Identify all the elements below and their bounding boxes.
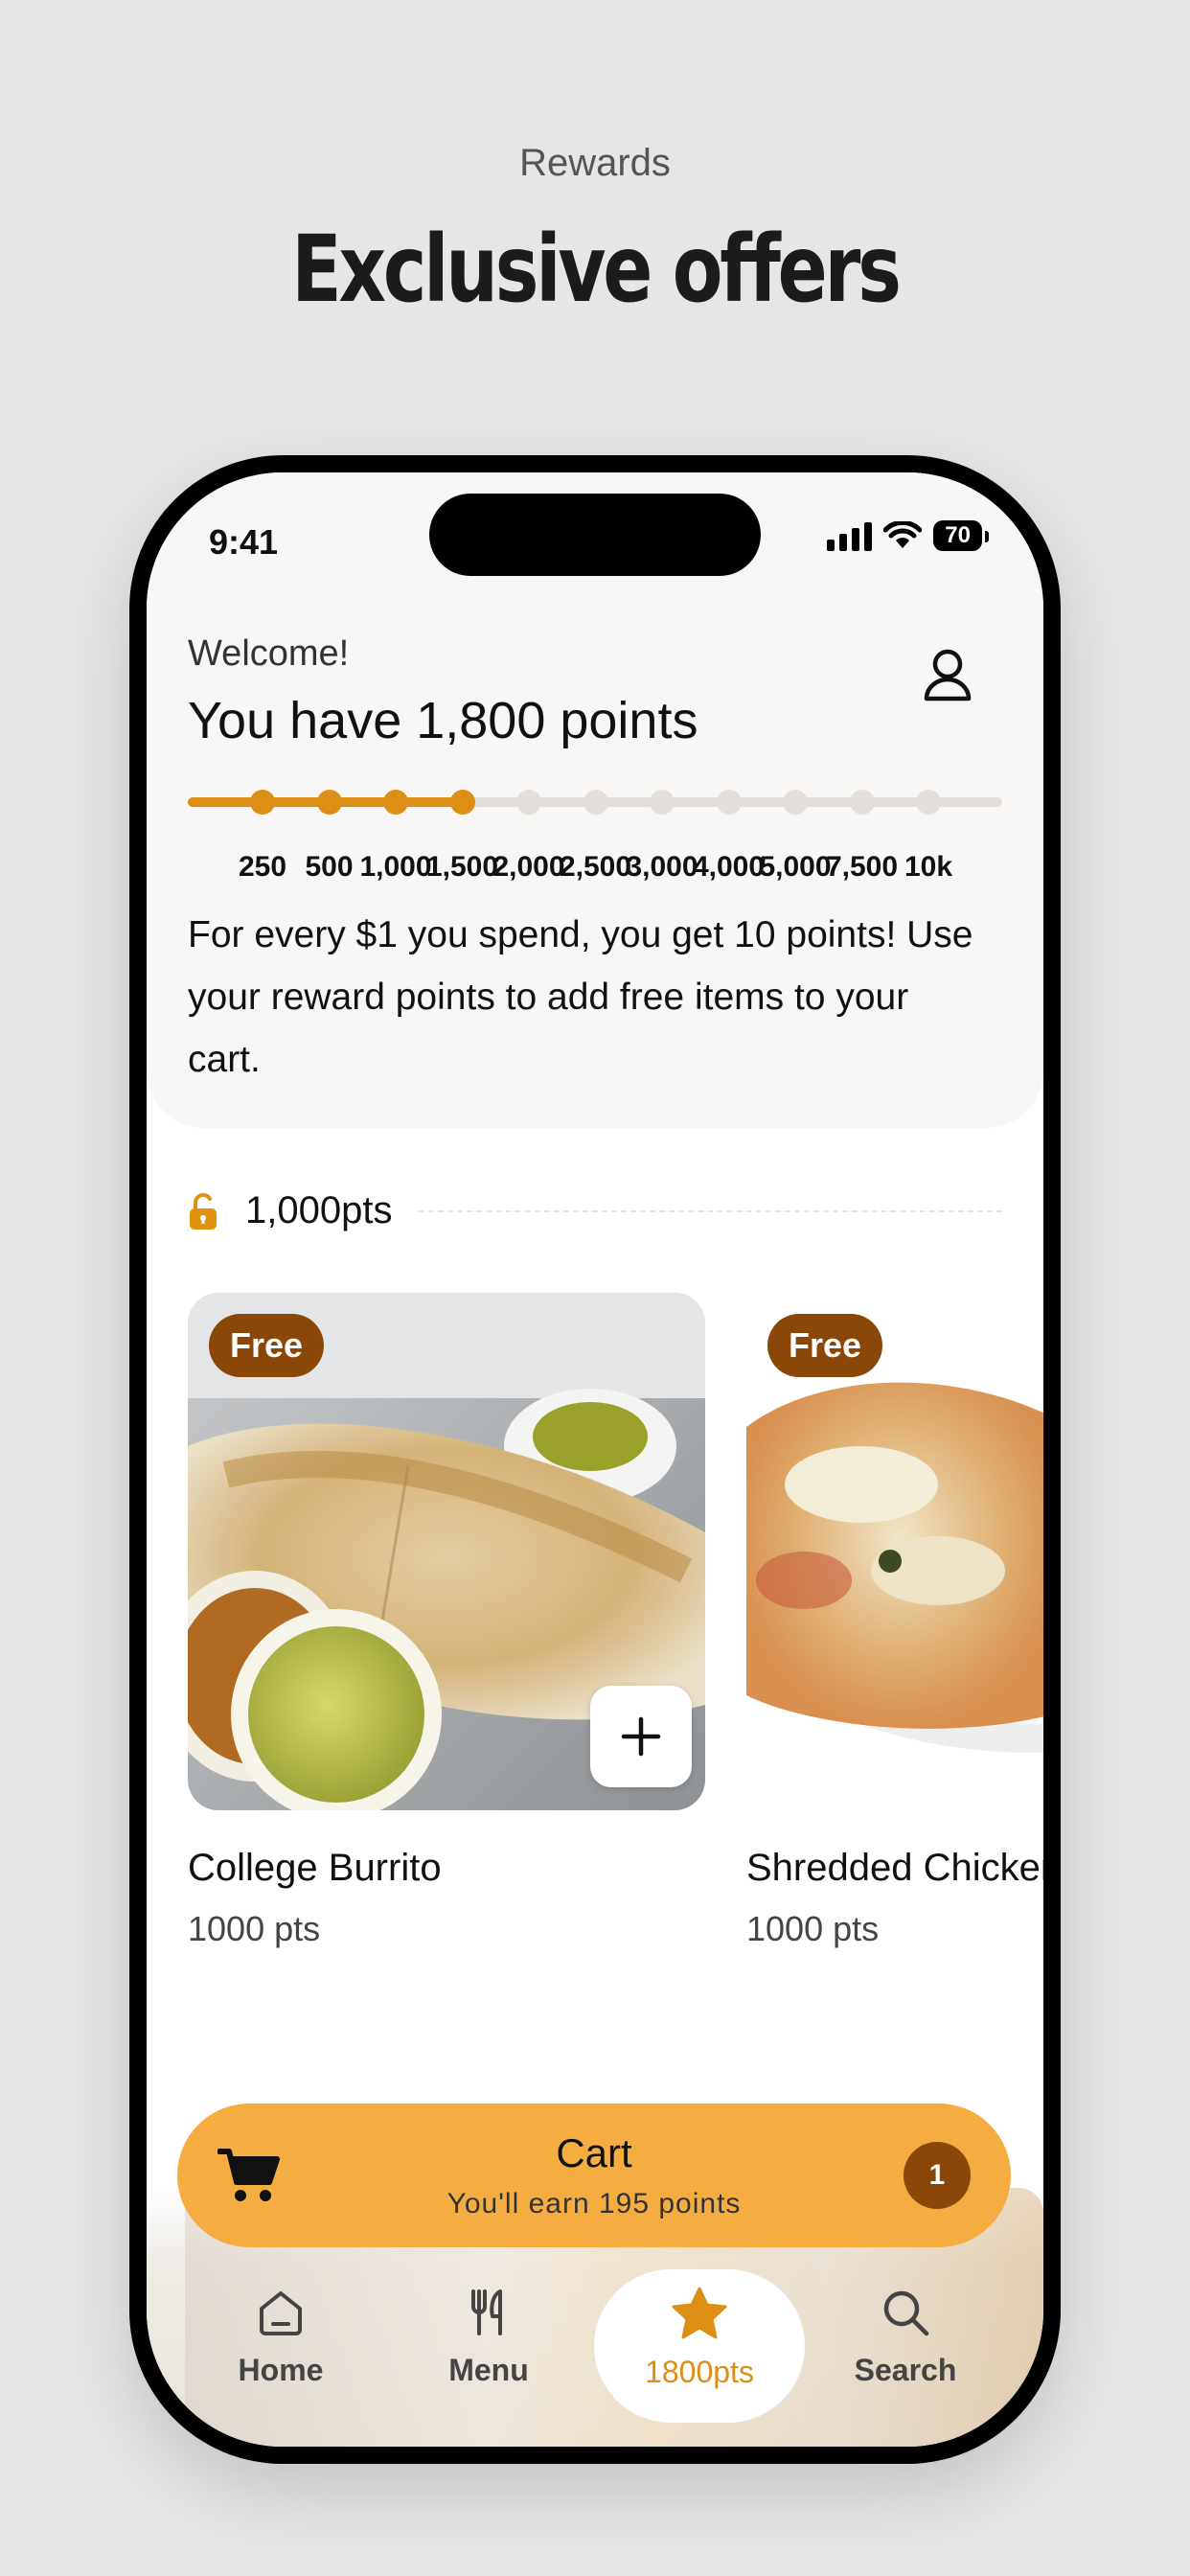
- tier-divider: 1,000pts: [188, 1189, 1002, 1232]
- milestone-label: 500: [305, 851, 354, 883]
- milestone-label: 1,000: [359, 851, 432, 883]
- search-icon: [883, 2290, 929, 2336]
- tab-menu-label: Menu: [448, 2353, 529, 2387]
- tab-menu[interactable]: Menu: [398, 2286, 580, 2388]
- tier-label: 1,000pts: [245, 1189, 393, 1231]
- add-to-cart-button[interactable]: [590, 1686, 692, 1787]
- fork-knife-icon: [471, 2289, 502, 2335]
- milestone-dot: [250, 790, 275, 815]
- milestone-dot: [849, 790, 875, 815]
- milestone-label: 1,500: [425, 851, 499, 883]
- home-icon: [260, 2291, 302, 2335]
- dynamic-island: [429, 494, 761, 576]
- tab-points-label: 1800pts: [645, 2355, 754, 2389]
- milestone-label: 4,000: [692, 851, 766, 883]
- status-icons: 70: [827, 520, 989, 551]
- milestone-label: 5,000: [759, 851, 832, 883]
- tab-search-label: Search: [854, 2353, 957, 2387]
- cart-title: Cart: [556, 2130, 632, 2175]
- headline: Exclusive offers: [291, 216, 902, 323]
- phone-frame: 9:41 70 Welcome! You have 1,800 points 2…: [129, 455, 1061, 2464]
- item-name: Shredded Chicken: [746, 1847, 1043, 1889]
- rewards-header-card: 9:41 70 Welcome! You have 1,800 points 2…: [147, 472, 1043, 1128]
- milestone-dot: [449, 790, 475, 815]
- item-image: Free: [746, 1293, 1043, 1810]
- reward-item-card[interactable]: Free Shredded Chicken 1000 pts: [746, 1293, 1043, 1949]
- lock-open-icon: [190, 1192, 217, 1230]
- milestone-label: 2,000: [492, 851, 565, 883]
- item-image: Free: [188, 1293, 705, 1810]
- status-time: 9:41: [209, 522, 279, 562]
- profile-icon[interactable]: [919, 645, 976, 702]
- points-progress-bar: [188, 790, 1002, 815]
- milestone-label: 7,500: [825, 851, 899, 883]
- milestone-label: 3,000: [626, 851, 698, 883]
- milestone-dot: [650, 790, 675, 815]
- free-badge: Free: [209, 1314, 325, 1377]
- cart-subtitle: You'll earn 195 points: [446, 2188, 742, 2220]
- milestone-dot: [516, 790, 541, 815]
- milestone-dot: [716, 790, 742, 815]
- milestone-dot: [316, 790, 342, 815]
- points-description: For every $1 you spend, you get 10 point…: [188, 914, 973, 1080]
- milestone-dot: [583, 790, 608, 815]
- points-title: You have 1,800 points: [188, 692, 698, 749]
- plus-icon: [621, 1716, 661, 1757]
- tab-home-label: Home: [238, 2353, 324, 2387]
- milestone-dot: [383, 790, 408, 815]
- eyebrow-label: Rewards: [519, 142, 671, 184]
- app-screen: 9:41 70 Welcome! You have 1,800 points 2…: [147, 472, 1043, 2447]
- tab-search[interactable]: Search: [814, 2286, 996, 2388]
- tab-points[interactable]: 1800pts: [608, 2286, 790, 2390]
- tab-home[interactable]: Home: [190, 2286, 372, 2388]
- free-badge: Free: [767, 1314, 883, 1377]
- milestone-dot: [916, 790, 941, 815]
- milestone-label: 10k: [904, 851, 953, 883]
- item-name: College Burrito: [188, 1847, 442, 1889]
- item-points: 1000 pts: [188, 1909, 321, 1948]
- cellular-signal-icon: [827, 520, 873, 551]
- item-points: 1000 pts: [746, 1909, 880, 1948]
- milestone-label: 2,500: [559, 851, 632, 883]
- milestone-dot: [783, 790, 808, 815]
- welcome-text: Welcome!: [188, 633, 350, 674]
- wifi-icon: [883, 521, 923, 548]
- tier-divider-line: [419, 1209, 1002, 1212]
- cart-count-badge: 1: [904, 2142, 971, 2209]
- star-icon: [672, 2287, 727, 2339]
- battery-icon: 70: [933, 520, 989, 551]
- milestone-label: 250: [238, 851, 287, 883]
- cart-button[interactable]: Cart You'll earn 195 points 1: [177, 2104, 1011, 2247]
- reward-item-card[interactable]: Free College Burrito 1000 pts: [188, 1293, 705, 1949]
